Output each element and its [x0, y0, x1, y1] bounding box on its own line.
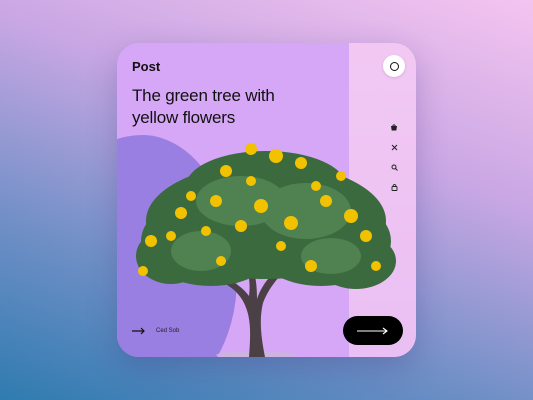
menu-button[interactable] — [383, 55, 405, 77]
product-card: Post The green tree with yellow flowers — [117, 43, 416, 357]
bag-icon[interactable] — [388, 121, 400, 133]
arrow-right-icon[interactable] — [132, 327, 146, 335]
next-button[interactable] — [343, 316, 403, 345]
headline: The green tree with yellow flowers — [132, 86, 275, 127]
arrow-right-icon — [357, 327, 388, 334]
brand-logo[interactable]: Post — [132, 59, 160, 74]
bottom-nav: Ced Sob — [132, 327, 179, 335]
circle-icon — [389, 61, 399, 71]
nav-label[interactable]: Ced Sob — [156, 328, 179, 334]
